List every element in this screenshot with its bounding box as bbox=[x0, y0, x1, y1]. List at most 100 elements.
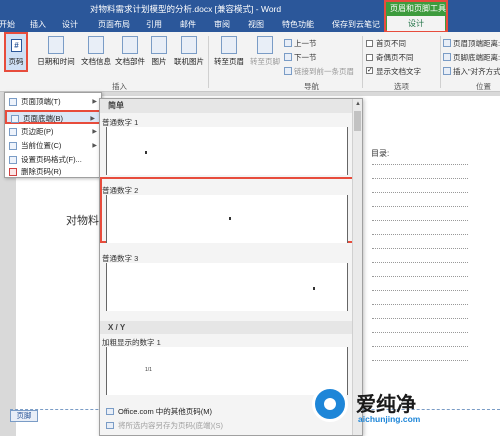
menu-item-label: 删除页码(R) bbox=[21, 167, 62, 176]
group-insert-label: 插入 bbox=[112, 82, 127, 91]
page-number-label: 页码 bbox=[8, 57, 24, 66]
tab-save-cloud-notes[interactable]: 保存到云笔记 bbox=[332, 19, 380, 30]
tab-insert[interactable]: 插入 bbox=[30, 19, 46, 30]
gallery-item-plain-number-1[interactable] bbox=[106, 127, 348, 175]
save-icon bbox=[106, 422, 114, 429]
tab-home[interactable]: 开始 bbox=[0, 19, 15, 30]
menu-item-top-of-page[interactable]: 页面顶端(T) ▶ bbox=[5, 95, 101, 109]
menu-item-label: 当前位置(C) bbox=[21, 141, 62, 150]
online-picture-button[interactable]: 联机图片 bbox=[172, 36, 206, 67]
header-position-icon bbox=[443, 39, 451, 47]
toc-line bbox=[372, 248, 468, 249]
more-page-numbers-label: Office.com 中的其他页码(M) bbox=[118, 407, 213, 416]
link-previous-button[interactable]: 链接到前一条页眉 bbox=[284, 66, 354, 77]
option-different-first-page[interactable]: 首页不同 bbox=[366, 38, 406, 49]
menu-item-current-position[interactable]: 当前位置(C) ▶ bbox=[5, 139, 101, 153]
tab-page-layout[interactable]: 页面布局 bbox=[98, 19, 130, 30]
page-number-preview: 1/1 bbox=[145, 367, 152, 373]
group-options-label: 选项 bbox=[394, 82, 409, 91]
menu-item-label: 页面底端(B) bbox=[23, 114, 63, 123]
goto-header-button[interactable]: 转至页眉 bbox=[212, 36, 246, 67]
footer-position-icon bbox=[443, 53, 451, 61]
tab-references[interactable]: 引用 bbox=[146, 19, 162, 30]
current-position-icon bbox=[9, 142, 17, 150]
tab-review[interactable]: 审阅 bbox=[214, 19, 230, 30]
tab-special-features[interactable]: 特色功能 bbox=[282, 19, 314, 30]
menu-item-page-margins[interactable]: 页边距(P) ▶ bbox=[5, 125, 101, 139]
page-number-marker bbox=[229, 217, 231, 220]
footer-tag: 页脚 bbox=[10, 410, 38, 422]
office-icon bbox=[106, 408, 114, 415]
remove-page-numbers-icon bbox=[9, 168, 17, 176]
gallery-section-xy: X / Y bbox=[100, 321, 352, 334]
menu-item-label: 页边距(P) bbox=[21, 127, 54, 136]
next-section-label: 下一节 bbox=[294, 53, 317, 62]
checkbox[interactable] bbox=[366, 40, 373, 47]
scroll-thumb[interactable] bbox=[354, 111, 361, 131]
option-odd-even-pages[interactable]: 奇偶页不同 bbox=[366, 52, 414, 63]
link-icon bbox=[284, 67, 292, 75]
calendar-icon bbox=[48, 36, 64, 54]
tab-view[interactable]: 视图 bbox=[248, 19, 264, 30]
document-info-icon bbox=[88, 36, 104, 54]
alignment-tab-icon bbox=[443, 67, 451, 75]
checkbox-checked[interactable] bbox=[366, 67, 373, 74]
insert-alignment-tab-label: 插入"对齐方式" bbox=[453, 67, 500, 76]
menu-item-label: 设置页码格式(F)... bbox=[21, 155, 82, 164]
goto-footer-button[interactable]: 转至页脚 bbox=[248, 36, 282, 67]
submenu-arrow-icon: ▶ bbox=[92, 99, 97, 105]
doc-parts-button[interactable]: 文档部件 bbox=[114, 36, 146, 67]
header-top-distance[interactable]: 页眉顶端距离: bbox=[443, 38, 500, 49]
picture-label: 图片 bbox=[151, 57, 167, 66]
toc-line bbox=[372, 220, 468, 221]
ribbon: # 页码 日期和时间 文档信息 文档部件 图片 联机图片 插入 转至页眉 转至页… bbox=[0, 32, 500, 92]
tab-mailings[interactable]: 邮件 bbox=[180, 19, 196, 30]
ribbon-separator bbox=[362, 36, 363, 88]
date-time-label: 日期和时间 bbox=[37, 57, 75, 66]
option-show-document-text[interactable]: 显示文档文字 bbox=[366, 66, 421, 77]
toc-line bbox=[372, 346, 468, 347]
doc-info-button[interactable]: 文档信息 bbox=[80, 36, 112, 67]
toc-line bbox=[372, 192, 468, 193]
gallery-item-plain-number-3[interactable] bbox=[106, 263, 348, 311]
ribbon-separator bbox=[440, 36, 441, 88]
toc-title: 目录: bbox=[371, 149, 390, 158]
next-section-icon bbox=[284, 53, 292, 61]
scroll-up-icon[interactable]: ▲ bbox=[353, 99, 363, 109]
page-margins-icon bbox=[9, 128, 17, 136]
page-number-button[interactable]: # 页码 bbox=[4, 32, 28, 72]
toc-line bbox=[372, 290, 468, 291]
date-time-button[interactable]: 日期和时间 bbox=[36, 36, 76, 67]
menu-item-remove-page-numbers[interactable]: 删除页码(R) bbox=[5, 165, 101, 179]
doc-info-label: 文档信息 bbox=[81, 57, 111, 66]
option-first-label: 首页不同 bbox=[376, 39, 406, 48]
group-navigation-label: 导航 bbox=[304, 82, 319, 91]
document-body-text: 对物料 bbox=[66, 215, 99, 227]
page-number-menu: 页面顶端(T) ▶ 页面底端(B) ▶ 页边距(P) ▶ 当前位置(C) ▶ 设… bbox=[4, 92, 102, 178]
picture-button[interactable]: 图片 bbox=[148, 36, 170, 67]
gallery-item-plain-number-2[interactable] bbox=[106, 195, 348, 243]
bottom-of-page-icon bbox=[11, 115, 19, 123]
menu-item-bottom-of-page[interactable]: 页面底端(B) ▶ bbox=[5, 110, 101, 124]
checkbox[interactable] bbox=[366, 54, 373, 61]
toc-line bbox=[372, 178, 468, 179]
picture-icon bbox=[151, 36, 167, 54]
ribbon-separator bbox=[208, 36, 209, 88]
option-odd-even-label: 奇偶页不同 bbox=[376, 53, 414, 62]
footer-bottom-distance[interactable]: 页脚底端距离: bbox=[443, 52, 500, 63]
online-picture-icon bbox=[181, 36, 197, 54]
online-picture-label: 联机图片 bbox=[174, 57, 204, 66]
insert-alignment-tab-button[interactable]: 插入"对齐方式" bbox=[443, 66, 500, 77]
toc-line bbox=[372, 276, 468, 277]
toc-line bbox=[372, 234, 468, 235]
prev-section-button[interactable]: 上一节 bbox=[284, 38, 317, 49]
prev-section-icon bbox=[284, 39, 292, 47]
toc-line bbox=[372, 164, 468, 165]
doc-parts-label: 文档部件 bbox=[115, 57, 145, 66]
next-section-button[interactable]: 下一节 bbox=[284, 52, 317, 63]
tab-design[interactable]: 设计 bbox=[62, 19, 78, 30]
goto-header-label: 转至页眉 bbox=[214, 57, 244, 66]
toc-line bbox=[372, 262, 468, 263]
tab-header-footer-design[interactable]: 设计 bbox=[387, 16, 445, 31]
toc-line bbox=[372, 206, 468, 207]
